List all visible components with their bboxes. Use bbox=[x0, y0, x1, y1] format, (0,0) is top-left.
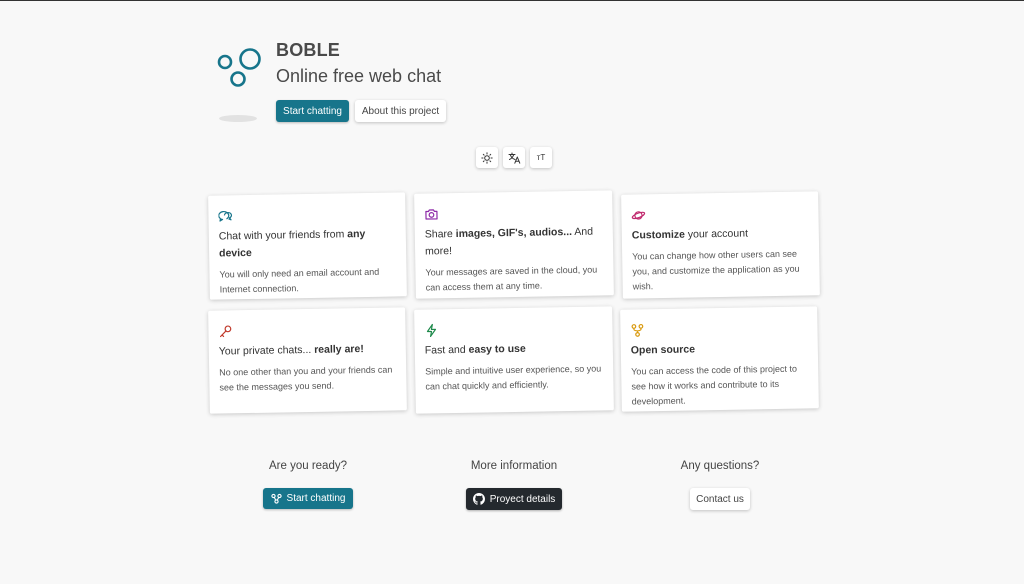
start-chatting-button[interactable]: Start chatting bbox=[276, 100, 349, 122]
feature-card-open-source: Open source You can access the code of t… bbox=[620, 306, 819, 412]
start-chatting-label: Start chatting bbox=[283, 105, 342, 117]
translate-icon bbox=[508, 152, 520, 164]
feature-card-any-device: Chat with your friends from any device Y… bbox=[208, 192, 407, 300]
contact-us-label: Contact us bbox=[696, 493, 744, 505]
feature-title: Your private chats... really are! bbox=[218, 343, 364, 358]
about-project-button[interactable]: About this project bbox=[355, 100, 446, 122]
start-chatting-cta-button[interactable]: Start chatting bbox=[263, 488, 353, 509]
feature-description: No one other than you and your friends c… bbox=[219, 364, 393, 393]
feature-card-private-chats: Your private chats... really are! No one… bbox=[208, 307, 407, 414]
lightning-icon bbox=[426, 323, 437, 338]
share-nodes-icon bbox=[270, 493, 282, 504]
key-icon bbox=[219, 325, 232, 338]
logo-shadow bbox=[219, 115, 257, 122]
language-button[interactable] bbox=[503, 147, 525, 168]
project-details-button[interactable]: Proyect details bbox=[466, 488, 562, 510]
questions-heading: Any questions? bbox=[680, 460, 760, 472]
ready-heading: Are you ready? bbox=[269, 460, 347, 472]
feature-card-customize: Customize your account You can change ho… bbox=[621, 191, 820, 299]
tagline: Online free web chat bbox=[276, 66, 442, 86]
theme-toggle-button[interactable] bbox=[476, 147, 498, 168]
feature-card-easy-to-use: Fast and easy to use Simple and intuitiv… bbox=[414, 306, 614, 414]
feature-title: Share images, GIF's, audios... And more! bbox=[424, 225, 594, 258]
chat-bubbles-icon bbox=[218, 210, 233, 222]
feature-description: You can access the code of this project … bbox=[631, 363, 798, 407]
feature-title: Open source bbox=[630, 343, 696, 357]
camera-icon bbox=[425, 209, 438, 220]
start-chatting-cta-label: Start chatting bbox=[286, 493, 346, 504]
feature-card-share-media: Share images, GIF's, audios... And more!… bbox=[414, 190, 614, 299]
feature-title: Customize your account bbox=[631, 227, 749, 242]
brand-name: BOBLE bbox=[276, 40, 340, 60]
project-details-label: Proyect details bbox=[489, 493, 556, 505]
font-size-button[interactable]: тT bbox=[530, 147, 552, 168]
feature-title: Fast and easy to use bbox=[424, 342, 526, 357]
boble-logo-icon bbox=[217, 48, 261, 87]
sun-icon bbox=[481, 151, 493, 164]
fork-icon bbox=[631, 323, 644, 337]
feature-title: Chat with your friends from any device bbox=[218, 227, 366, 260]
feature-description: Your messages are saved in the cloud, yo… bbox=[425, 264, 598, 293]
feature-description: You can change how other users can see y… bbox=[632, 248, 800, 292]
about-project-label: About this project bbox=[361, 105, 440, 117]
more-info-heading: More information bbox=[470, 460, 558, 472]
planet-icon bbox=[631, 211, 646, 220]
github-icon bbox=[472, 493, 485, 505]
contact-us-button[interactable]: Contact us bbox=[690, 488, 750, 510]
font-size-label: тT bbox=[536, 153, 546, 162]
feature-description: Simple and intuitive user experience, so… bbox=[425, 363, 602, 392]
feature-description: You will only need an email account and … bbox=[219, 266, 380, 295]
